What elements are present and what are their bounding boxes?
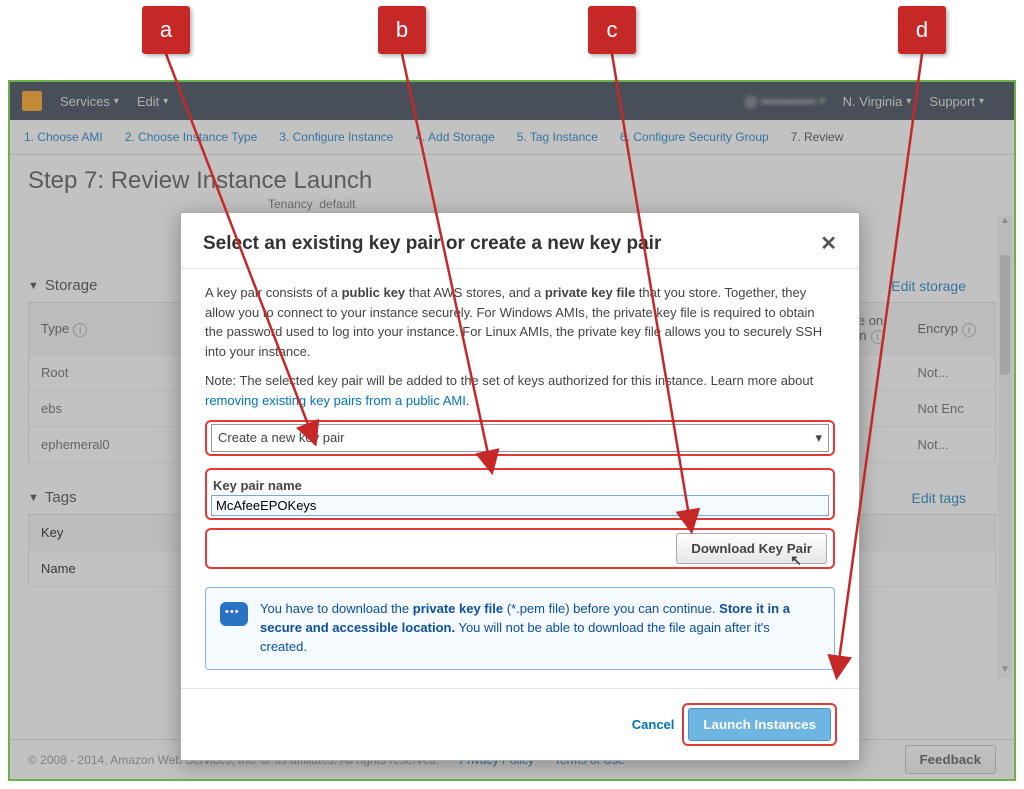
modal-footer: Cancel Launch Instances <box>181 688 859 760</box>
close-icon[interactable]: ✕ <box>820 231 837 256</box>
key-pair-modal: Select an existing key pair or create a … <box>180 212 860 761</box>
download-highlight: Download Key Pair ↖ <box>205 528 835 569</box>
cancel-link[interactable]: Cancel <box>632 717 675 732</box>
modal-body: A key pair consists of a public key that… <box>181 269 859 688</box>
download-keypair-button[interactable]: Download Key Pair ↖ <box>676 533 827 564</box>
keypair-name-highlight: Key pair name <box>205 468 835 521</box>
keypair-select-highlight: Create a new key pair ▾ <box>205 420 835 456</box>
annotation-marker-b: b <box>378 6 426 54</box>
annotation-marker-d: d <box>898 6 946 54</box>
cursor-icon: ↖ <box>790 552 802 569</box>
chevron-down-icon: ▾ <box>815 428 822 448</box>
modal-header: Select an existing key pair or create a … <box>181 213 859 269</box>
modal-title: Select an existing key pair or create a … <box>203 233 661 255</box>
launch-instances-button[interactable]: Launch Instances <box>688 708 831 741</box>
annotation-marker-c: c <box>588 6 636 54</box>
keypair-action-select[interactable]: Create a new key pair ▾ <box>211 424 829 452</box>
launch-instances-highlight: Launch Instances <box>682 703 837 746</box>
info-bubble-icon <box>220 602 248 626</box>
annotation-marker-a: a <box>142 6 190 54</box>
modal-description: A key pair consists of a public key that… <box>205 283 835 361</box>
modal-note: Note: The selected key pair will be adde… <box>205 371 835 410</box>
remove-keypairs-link[interactable]: removing existing key pairs from a publi… <box>205 393 466 408</box>
download-warning-notice: You have to download the private key fil… <box>205 587 835 670</box>
keypair-name-label: Key pair name <box>213 476 829 496</box>
app-frame: Services▾ Edit▾ @ ••••••••••••▾ N. Virgi… <box>8 80 1016 781</box>
keypair-name-input[interactable] <box>211 495 829 516</box>
